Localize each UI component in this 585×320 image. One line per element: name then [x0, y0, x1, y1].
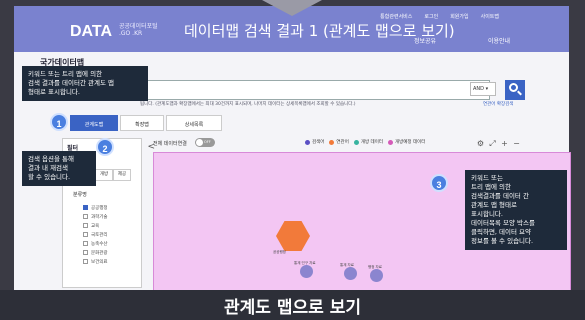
- filter-tab-provide[interactable]: 제공: [113, 169, 131, 181]
- step-badge-3: 3: [430, 174, 448, 192]
- list-item[interactable]: 문화관광: [83, 248, 108, 257]
- data-node-label: 통계 자료: [340, 263, 354, 267]
- legend-item: 연관어: [329, 139, 349, 145]
- tutorial-slide: DATA 공공데이터포털 .GO .KR 통합관련서비스 로그인 회원가입 사이…: [0, 0, 585, 320]
- tooltip-text: 검색 옵션을 통해 결과 내 재검색 할 수 있습니다.: [28, 155, 74, 181]
- toggle-knob: [196, 139, 203, 146]
- legend-dot: [353, 139, 359, 145]
- list-item-label: 국토관리: [91, 232, 108, 238]
- list-item[interactable]: 국토관리: [83, 230, 108, 239]
- legend-label: 연관어: [336, 140, 349, 145]
- checkbox[interactable]: [83, 223, 88, 228]
- site-logo[interactable]: DATA: [70, 23, 112, 41]
- top-link-signup[interactable]: 회원가입: [450, 13, 468, 20]
- checkbox[interactable]: [83, 250, 88, 255]
- list-item-label: 공공행정: [91, 205, 108, 211]
- list-item-label: 문화관광: [91, 250, 108, 256]
- top-link-related[interactable]: 통합관련서비스: [380, 13, 412, 20]
- legend-label: 검색어: [312, 140, 325, 145]
- tooltip-text: 키워드 또는 트리 맵에 의한 검색 결과를 데이터간 관계도 맵 형태로 표시…: [28, 70, 115, 96]
- list-item[interactable]: 공공행정: [83, 203, 108, 212]
- data-link-toggle[interactable]: OFF: [195, 138, 215, 147]
- legend-item: 검색어: [305, 139, 324, 145]
- data-node-label: 행정 자료: [368, 265, 382, 269]
- tab-expand-map[interactable]: 확장맵: [120, 115, 164, 131]
- list-item-label: 농축수산: [91, 241, 108, 247]
- list-item[interactable]: 교육: [83, 221, 108, 230]
- list-item-label: 보건의료: [91, 259, 108, 265]
- site-logo-subtext: 공공데이터포털 .GO .KR: [119, 23, 158, 37]
- zoom-out-icon[interactable]: −: [511, 138, 522, 149]
- list-item[interactable]: 보건의료: [83, 257, 108, 266]
- related-search-link[interactable]: 연관어 확장검색: [483, 101, 513, 107]
- top-link-sitemap[interactable]: 사이트맵: [481, 13, 499, 20]
- filter-list: 공공행정 과학기술 교육 국토관리 농축수산 문화관광 보건의료: [83, 203, 108, 266]
- list-item[interactable]: 과학기술: [83, 212, 108, 221]
- legend-label: 개방예정 데이터: [394, 140, 426, 145]
- filter-tab-open[interactable]: 개방: [95, 169, 113, 181]
- data-node[interactable]: [370, 269, 383, 282]
- step-badge-2: 2: [96, 138, 114, 156]
- tooltip-relation-map: 키워드 또는 트리 맵에 의한 검색 결과를 데이터간 관계도 맵 형태로 표시…: [22, 66, 148, 101]
- legend-label: 개방 데이터: [360, 140, 383, 145]
- list-item-label: 과학기술: [91, 214, 108, 220]
- checkbox[interactable]: [83, 241, 88, 246]
- search-icon-handle: [517, 90, 522, 96]
- list-item[interactable]: 농축수산: [83, 239, 108, 248]
- top-link-login[interactable]: 로그인: [424, 13, 438, 20]
- operator-select[interactable]: AND ▾: [470, 82, 496, 96]
- fullscreen-icon[interactable]: ⤢: [487, 138, 498, 149]
- keyword-node[interactable]: [276, 221, 310, 251]
- keyword-node-label: 공공행정: [273, 250, 286, 254]
- tab-detail-list[interactable]: 상세목록: [166, 115, 222, 131]
- legend-item: 개방예정 데이터: [387, 139, 426, 145]
- data-node-label: 통계 인구 자료: [294, 261, 316, 265]
- slide-title: 데이터맵 검색 결과 1 (관계도 맵으로 보기): [184, 22, 455, 40]
- toggle-state: OFF: [204, 140, 211, 144]
- legend-dot: [387, 139, 393, 145]
- filter-tabs: 개방 제공: [95, 169, 131, 181]
- legend-item: 개방 데이터: [353, 139, 383, 145]
- search-button[interactable]: [505, 80, 525, 100]
- legend-dot: [305, 139, 310, 145]
- graph-controls: 전체 데이터연결 OFF 검색어 연관어 개방 데이터 개방예정 데이터 ⚙ ⤢…: [153, 138, 523, 152]
- filter-group-label: 분류명: [73, 192, 87, 198]
- search-info-text: 됩니다. (관계도맵과 확장맵에서는 최대 30건까지 표시되며, 나머지 데이…: [140, 102, 356, 107]
- pointer-arrow: [262, 0, 322, 16]
- zoom-in-icon[interactable]: +: [499, 138, 510, 149]
- operator-value: AND: [473, 86, 485, 92]
- checkbox[interactable]: [83, 232, 88, 237]
- tooltip-text: 키워드 또는 트리 맵에 의한 검색결과를 데이터 간 관계도 맵 형태로 표시…: [471, 174, 535, 245]
- tooltip-graph: 키워드 또는 트리 맵에 의한 검색결과를 데이터 간 관계도 맵 형태로 표시…: [465, 170, 567, 250]
- top-utility-nav: 통합관련서비스 로그인 회원가입 사이트맵: [380, 13, 499, 20]
- checkbox[interactable]: [83, 259, 88, 264]
- data-node[interactable]: [344, 267, 357, 280]
- checkbox[interactable]: [83, 205, 88, 210]
- graph-legend: 검색어 연관어 개방 데이터 개방예정 데이터: [305, 139, 425, 145]
- legend-dot: [329, 139, 335, 145]
- list-item-label: 교육: [91, 223, 100, 229]
- toggle-label: 전체 데이터연결: [153, 141, 187, 147]
- tab-relation-map[interactable]: 관계도맵: [70, 115, 118, 131]
- checkbox[interactable]: [83, 214, 88, 219]
- settings-icon[interactable]: ⚙: [475, 138, 486, 149]
- tooltip-filter: 검색 옵션을 통해 결과 내 재검색 할 수 있습니다.: [22, 151, 96, 186]
- data-node[interactable]: [300, 265, 313, 278]
- menu-guide[interactable]: 이용안내: [488, 36, 510, 45]
- caption-title: 관계도 맵으로 보기: [224, 298, 361, 318]
- step-badge-1: 1: [50, 113, 68, 131]
